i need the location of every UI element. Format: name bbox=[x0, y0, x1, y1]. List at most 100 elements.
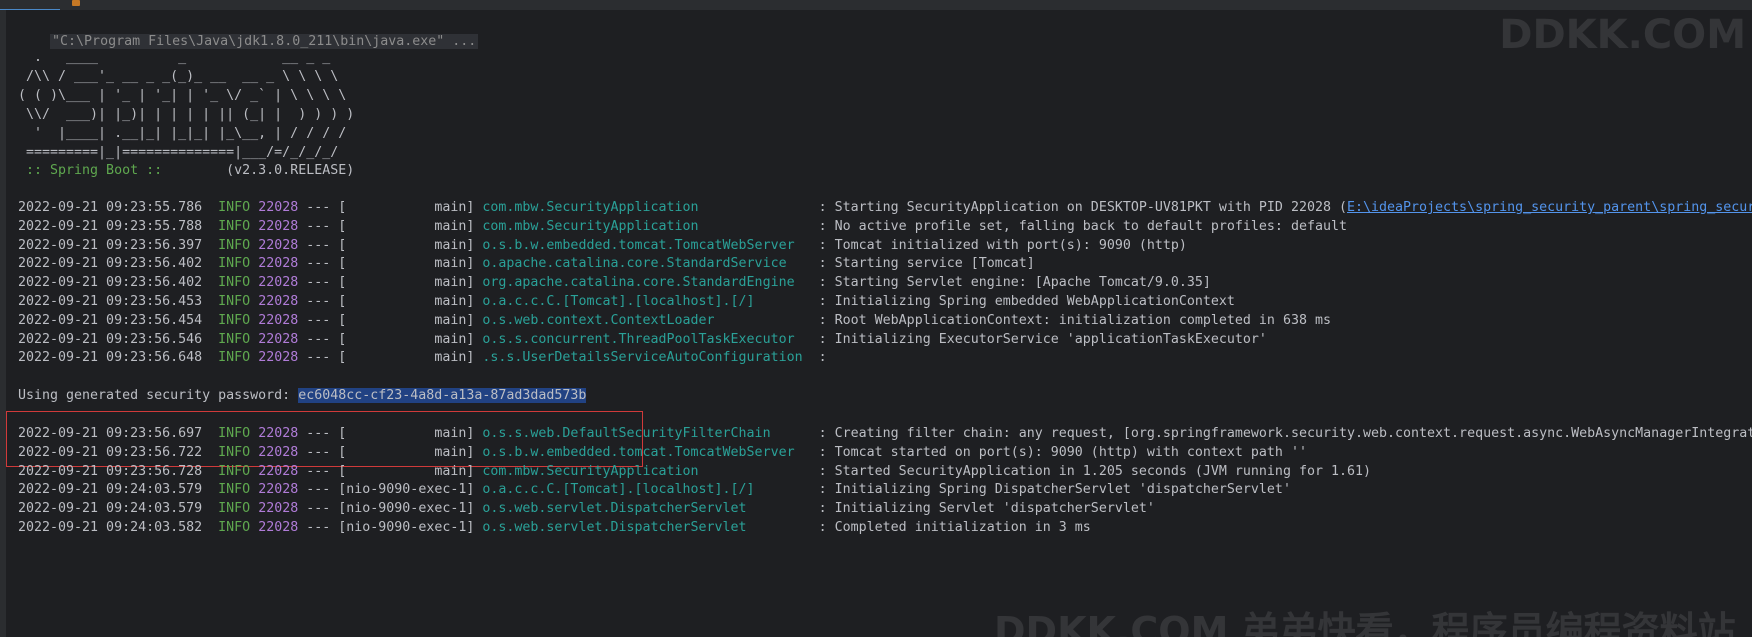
log-pid: 22028 bbox=[258, 501, 299, 517]
log-separator: --- [ bbox=[306, 350, 347, 366]
log-logger: o.s.b.w.embedded.tomcat.TomcatWebServer bbox=[482, 444, 811, 460]
log-pid: 22028 bbox=[258, 294, 299, 309]
log-level: INFO bbox=[218, 256, 251, 272]
banner-line: /\\ / ___'_ __ _ _(_)_ __ __ _ \ \ \ \ bbox=[18, 69, 339, 84]
watermark-bottom: DDKK.COM 弟弟快看，程序员编程资料站 bbox=[994, 609, 1736, 637]
log-thread: main] bbox=[346, 463, 475, 479]
password-line[interactable]: Using generated security password: ec604… bbox=[18, 385, 587, 406]
log-logger: com.mbw.SecurityApplication bbox=[482, 218, 811, 234]
log-separator: --- [ bbox=[306, 256, 347, 272]
log-separator: --- [ bbox=[306, 463, 347, 479]
log-level: INFO bbox=[218, 294, 251, 309]
generated-password[interactable]: ec6048cc-cf23-4a8d-a13a-87ad3dad573b bbox=[298, 388, 587, 403]
log-thread: main] bbox=[346, 294, 475, 309]
log-message: : Initializing Spring DispatcherServlet … bbox=[818, 482, 1291, 498]
spring-boot-version-line: :: Spring Boot :: (v2.3.0.RELEASE) bbox=[18, 160, 354, 181]
log-pid: 22028 bbox=[258, 520, 299, 535]
log-message: : bbox=[818, 350, 827, 366]
log-separator: --- [ bbox=[306, 312, 347, 328]
log-line[interactable]: 2022-09-21 09:23:56.648 INFO 22028 --- [… bbox=[18, 347, 827, 368]
log-message: : Started SecurityApplication in 1.205 s… bbox=[818, 463, 1371, 479]
log-separator: --- [ bbox=[306, 218, 347, 234]
log-message: : Tomcat initialized with port(s): 9090 … bbox=[818, 237, 1187, 253]
log-level: INFO bbox=[218, 426, 251, 441]
log-logger: o.s.b.w.embedded.tomcat.TomcatWebServer bbox=[482, 237, 811, 253]
log-separator: --- [ bbox=[306, 275, 347, 291]
log-timestamp: 2022-09-21 09:23:56.648 bbox=[18, 350, 203, 366]
log-thread: main] bbox=[346, 218, 475, 234]
watermark-top: DDKK.COM bbox=[1499, 12, 1746, 58]
log-thread: main] bbox=[346, 275, 475, 291]
log-logger: o.s.web.servlet.DispatcherServlet bbox=[482, 520, 811, 535]
log-separator: --- [ bbox=[306, 501, 347, 517]
log-level: INFO bbox=[218, 275, 251, 291]
log-separator: --- [ bbox=[306, 237, 347, 253]
log-timestamp: 2022-09-21 09:23:56.453 bbox=[18, 294, 203, 309]
log-logger: org.apache.catalina.core.StandardEngine bbox=[482, 275, 811, 291]
log-separator: --- [ bbox=[306, 331, 347, 347]
log-timestamp: 2022-09-21 09:23:55.786 bbox=[18, 200, 203, 215]
log-thread: nio-9090-exec-1] bbox=[346, 520, 475, 535]
log-pid: 22028 bbox=[258, 444, 299, 460]
log-thread: main] bbox=[346, 426, 475, 441]
log-level: INFO bbox=[218, 218, 251, 234]
log-pid: 22028 bbox=[258, 218, 299, 234]
log-thread: main] bbox=[346, 350, 475, 366]
log-message: : Initializing Spring embedded WebApplic… bbox=[818, 294, 1235, 309]
log-separator: --- [ bbox=[306, 294, 347, 309]
log-logger: o.a.c.c.C.[Tomcat].[localhost].[/] bbox=[482, 482, 811, 498]
log-timestamp: 2022-09-21 09:23:56.397 bbox=[18, 237, 203, 253]
banner-line: ( ( )\___ | '_ | '_| | '_ \/ _` | \ \ \ … bbox=[18, 88, 347, 103]
log-level: INFO bbox=[218, 200, 251, 215]
log-logger: com.mbw.SecurityApplication bbox=[482, 200, 811, 215]
log-timestamp: 2022-09-21 09:23:56.546 bbox=[18, 331, 203, 347]
log-thread: main] bbox=[346, 200, 475, 215]
log-thread: main] bbox=[346, 237, 475, 253]
log-logger: com.mbw.SecurityApplication bbox=[482, 463, 811, 479]
log-level: INFO bbox=[218, 482, 251, 498]
log-pid: 22028 bbox=[258, 237, 299, 253]
log-thread: main] bbox=[346, 312, 475, 328]
log-pid: 22028 bbox=[258, 312, 299, 328]
tab-endpoints[interactable] bbox=[70, 0, 150, 9]
log-pid: 22028 bbox=[258, 275, 299, 291]
log-level: INFO bbox=[218, 501, 251, 517]
log-source-link[interactable]: E:\ideaProjects\spring_security_parent\s… bbox=[1347, 200, 1752, 215]
log-thread: main] bbox=[346, 256, 475, 272]
log-thread: nio-9090-exec-1] bbox=[346, 482, 475, 498]
log-message: : Completed initialization in 3 ms bbox=[818, 520, 1091, 535]
log-pid: 22028 bbox=[258, 482, 299, 498]
command-line[interactable]: "C:\Program Files\Java\jdk1.8.0_211\bin\… bbox=[18, 10, 479, 49]
log-timestamp: 2022-09-21 09:23:56.454 bbox=[18, 312, 203, 328]
log-timestamp: 2022-09-21 09:24:03.579 bbox=[18, 501, 203, 517]
log-pid: 22028 bbox=[258, 463, 299, 479]
log-timestamp: 2022-09-21 09:23:56.722 bbox=[18, 444, 203, 460]
log-pid: 22028 bbox=[258, 426, 299, 441]
log-separator: --- [ bbox=[306, 444, 347, 460]
run-console[interactable]: "C:\Program Files\Java\jdk1.8.0_211\bin\… bbox=[6, 10, 1752, 637]
log-level: INFO bbox=[218, 350, 251, 366]
log-logger: o.apache.catalina.core.StandardService bbox=[482, 256, 811, 272]
log-logger: o.s.web.servlet.DispatcherServlet bbox=[482, 501, 811, 517]
log-timestamp: 2022-09-21 09:23:56.728 bbox=[18, 463, 203, 479]
banner-line: ' |____| .__|_| |_|_| |_\__, | / / / / bbox=[18, 126, 347, 141]
log-pid: 22028 bbox=[258, 256, 299, 272]
log-message: : Initializing ExecutorService 'applicat… bbox=[818, 331, 1267, 347]
log-separator: --- [ bbox=[306, 200, 347, 215]
log-thread: main] bbox=[346, 331, 475, 347]
banner-line: . ____ _ __ _ _ bbox=[18, 50, 331, 65]
log-timestamp: 2022-09-21 09:23:56.402 bbox=[18, 256, 203, 272]
password-label: Using generated security password: bbox=[18, 388, 299, 403]
log-message: : Root WebApplicationContext: initializa… bbox=[818, 312, 1331, 328]
endpoints-icon bbox=[72, 0, 80, 6]
log-timestamp: 2022-09-21 09:24:03.579 bbox=[18, 482, 203, 498]
log-level: INFO bbox=[218, 331, 251, 347]
log-pid: 22028 bbox=[258, 331, 299, 347]
spring-boot-version: (v2.3.0.RELEASE) bbox=[170, 163, 355, 178]
log-thread: main] bbox=[346, 444, 475, 460]
log-level: INFO bbox=[218, 237, 251, 253]
log-line[interactable]: 2022-09-21 09:24:03.582 INFO 22028 --- [… bbox=[18, 517, 1091, 538]
log-timestamp: 2022-09-21 09:24:03.582 bbox=[18, 520, 203, 535]
log-level: INFO bbox=[218, 444, 251, 460]
log-timestamp: 2022-09-21 09:23:56.402 bbox=[18, 275, 203, 291]
